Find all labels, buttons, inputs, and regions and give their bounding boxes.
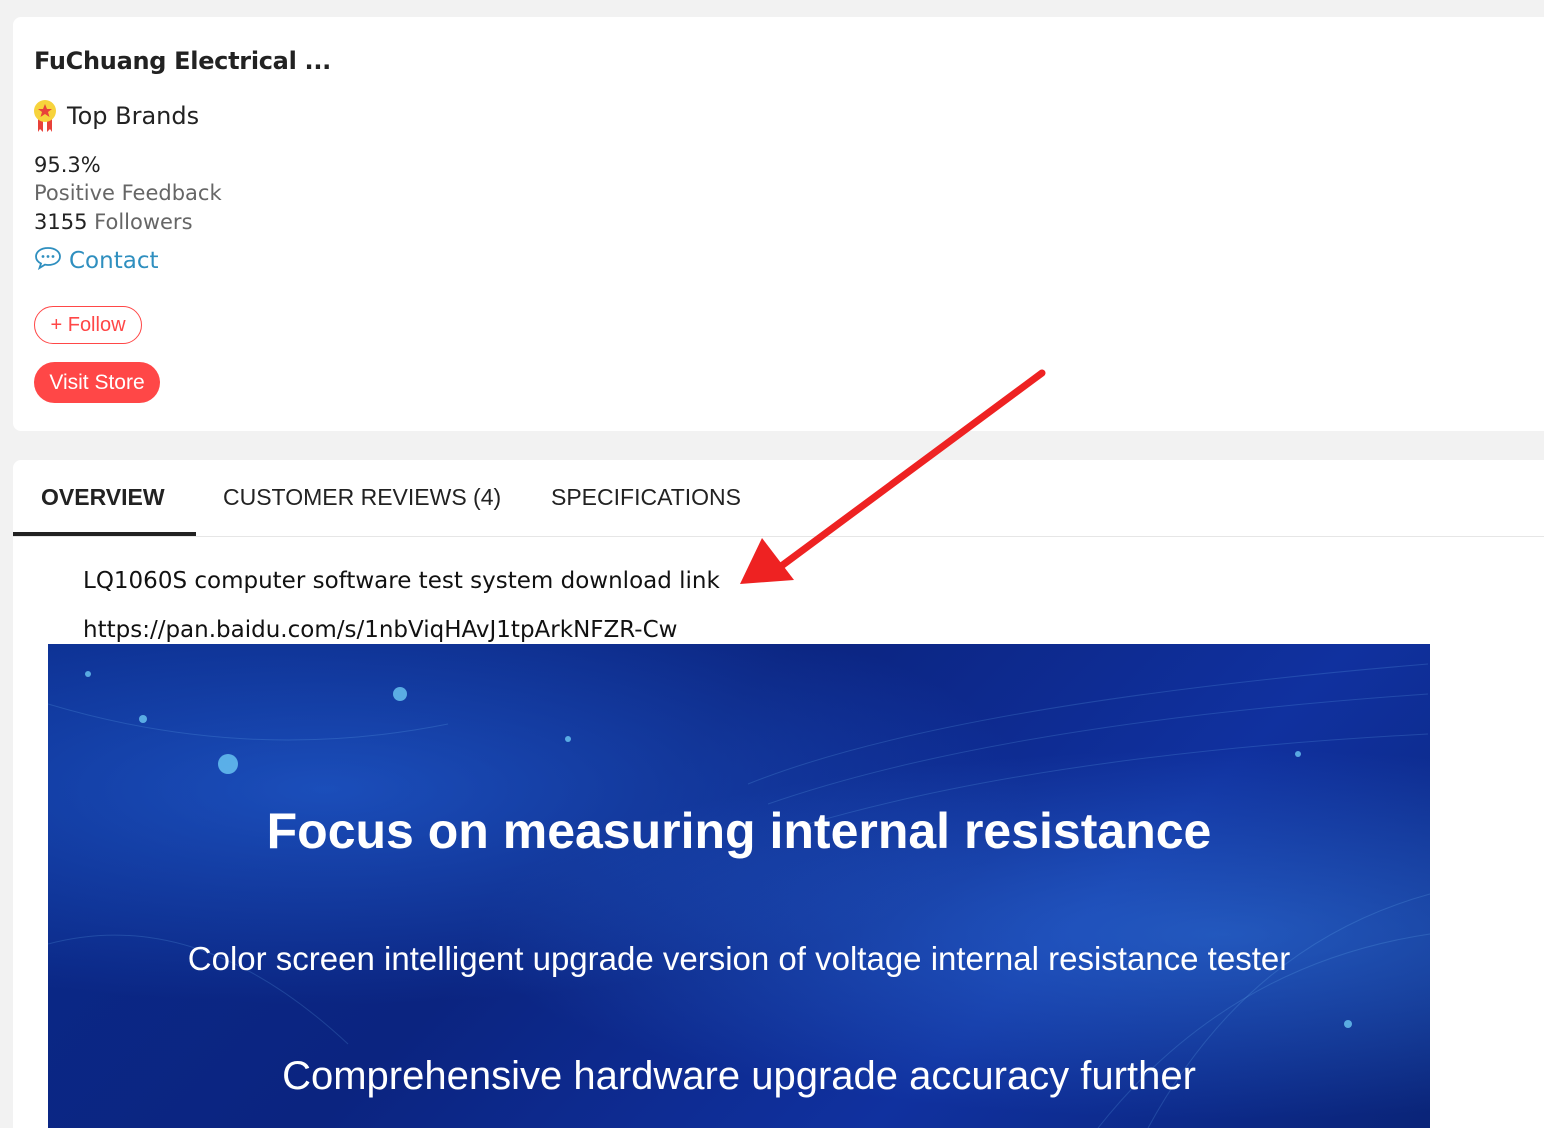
product-banner-image: Focus on measuring internal resistance C…: [48, 644, 1430, 1128]
banner-title: Focus on measuring internal resistance: [266, 803, 1212, 859]
follow-button[interactable]: + Follow: [34, 306, 142, 344]
contact-link[interactable]: Contact: [34, 246, 158, 276]
tab-specifications[interactable]: SPECIFICATIONS: [551, 484, 741, 536]
product-detail-card: OVERVIEW CUSTOMER REVIEWS (4) SPECIFICAT…: [13, 460, 1544, 1128]
followers-count: 3155 Followers: [34, 210, 193, 234]
overview-text: LQ1060S computer software test system do…: [83, 568, 720, 594]
followers-number: 3155: [34, 210, 88, 234]
download-link[interactable]: https://pan.baidu.com/s/1nbViqHAvJ1tpArk…: [83, 617, 677, 643]
banner-subtitle-1: Color screen intelligent upgrade version…: [187, 940, 1291, 977]
top-brands-badge: Top Brands: [33, 99, 199, 133]
visit-store-button[interactable]: Visit Store: [34, 362, 160, 403]
followers-label: Followers: [94, 210, 193, 234]
badge-label: Top Brands: [67, 102, 200, 130]
tab-overview[interactable]: OVERVIEW: [13, 484, 196, 536]
feedback-rating: 95.3%: [34, 153, 101, 177]
banner-subtitle-2: Comprehensive hardware upgrade accuracy …: [282, 1054, 1196, 1098]
contact-label: Contact: [69, 248, 159, 274]
feedback-label: Positive Feedback: [34, 181, 222, 205]
store-name[interactable]: FuChuang Electrical ...: [34, 47, 331, 75]
chat-bubble-icon: [34, 246, 69, 276]
detail-tabs: OVERVIEW CUSTOMER REVIEWS (4) SPECIFICAT…: [13, 460, 1544, 537]
tab-customer-reviews[interactable]: CUSTOMER REVIEWS (4): [223, 484, 501, 536]
medal-icon: [33, 99, 57, 133]
store-card: FuChuang Electrical ... Top Brands 95.3%…: [13, 17, 1544, 431]
